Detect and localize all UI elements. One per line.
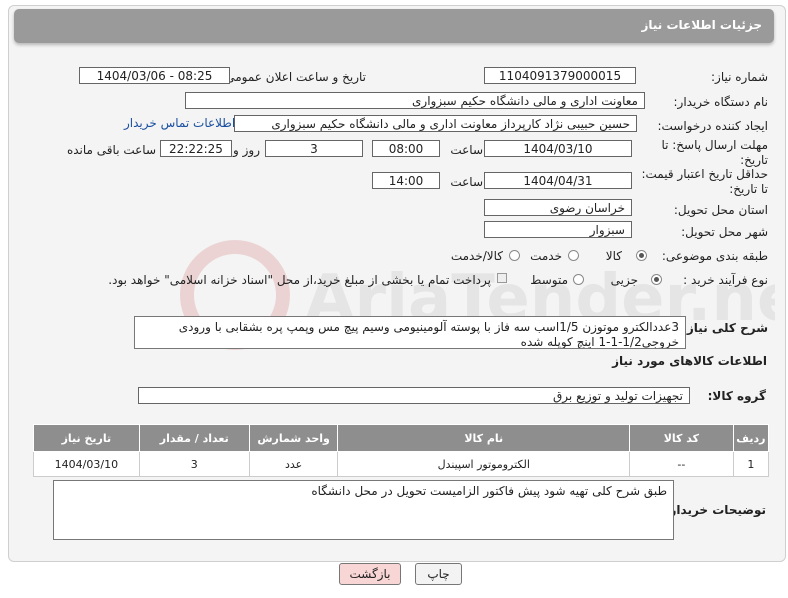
category-option-goods-service: کالا/خدمت: [450, 249, 503, 263]
category-label: طبقه بندی موضوعی:: [661, 249, 768, 263]
description-textarea[interactable]: 3عددالکترو موتوزن 1/5اسب سه فاز با پوسته…: [134, 316, 686, 349]
buyer-org-label: نام دستگاه خریدار:: [673, 95, 769, 109]
deadline-label-date: تاریخ:: [740, 153, 768, 167]
page-title: جزئیات اطلاعات نیاز: [641, 18, 762, 32]
category-radio-goods[interactable]: [636, 250, 647, 261]
validity-label: حداقل تاریخ اعتبار قیمت:: [641, 167, 768, 181]
need-number-field: 1104091379000015: [484, 67, 636, 84]
treasury-checkbox[interactable]: [497, 273, 507, 283]
deadline-time-label: ساعت: [450, 143, 483, 157]
category-radio-goods-service[interactable]: [509, 250, 520, 261]
deadline-label: مهلت ارسال پاسخ: تا: [661, 138, 768, 152]
cell-unit: عدد: [248, 451, 339, 477]
col-goods-code: کد کالا: [629, 424, 734, 452]
city-label: شهر محل تحویل:: [681, 225, 768, 239]
goods-group-field: تجهیزات تولید و توزیع برق: [138, 387, 690, 404]
goods-info-title: اطلاعات کالاهای مورد نیاز: [612, 354, 767, 368]
buyer-notes-label: توضیحات خریدار:: [664, 503, 766, 517]
cell-goods-code: --: [629, 451, 734, 477]
deadline-date-field: 1404/03/10: [484, 140, 632, 157]
buyer-org-field: معاونت اداری و مالی دانشگاه حکیم سبزواری: [185, 92, 645, 109]
days-label: روز و: [233, 143, 260, 157]
process-radio-medium[interactable]: [573, 274, 584, 285]
validity-label-date: تا تاریخ:: [729, 182, 768, 196]
category-option-goods: کالا: [605, 249, 622, 263]
process-label: نوع فرآیند خرید :: [683, 273, 768, 287]
cell-row: 1: [732, 451, 770, 477]
process-option-minor: جزیی: [610, 273, 638, 287]
buyer-notes-textarea[interactable]: طبق شرح کلی تهیه شود پیش فاکتور الزامیست…: [53, 480, 674, 540]
remaining-label: ساعت باقی مانده: [66, 143, 156, 157]
cell-goods-name: الکتروموتور اسپیندل: [337, 451, 631, 477]
back-button[interactable]: بازگشت: [339, 563, 401, 585]
category-radio-service[interactable]: [568, 250, 579, 261]
creator-field: حسین حبیبی نژاد کارپرداز معاونت اداری و …: [234, 115, 637, 132]
city-field: سبزوار: [484, 221, 632, 238]
remaining-days-field: 3: [265, 140, 363, 157]
announce-label: تاریخ و ساعت اعلان عمومی:: [221, 70, 366, 84]
announce-field: 1404/03/06 - 08:25: [79, 67, 230, 84]
col-unit: واحد شمارش: [248, 424, 339, 452]
panel-header: جزئیات اطلاعات نیاز: [14, 9, 774, 43]
col-need-date: تاریخ نیاز: [33, 424, 140, 452]
cell-quantity: 3: [138, 451, 250, 477]
validity-date-field: 1404/04/31: [484, 172, 632, 189]
process-option-medium: متوسط: [530, 273, 568, 287]
creator-label: ایجاد کننده درخواست:: [657, 119, 768, 133]
validity-time-field: 14:00: [372, 172, 440, 189]
need-number-label: شماره نیاز:: [711, 70, 768, 84]
col-row: ردیف: [732, 424, 770, 452]
buyer-contact-link[interactable]: اطلاعات تماس خریدار: [124, 116, 235, 130]
cell-need-date: 1404/03/10: [33, 451, 140, 477]
goods-table: تاریخ نیاز تعداد / مقدار واحد شمارش نام …: [33, 424, 770, 477]
process-radio-minor[interactable]: [651, 274, 662, 285]
category-option-service: خدمت: [530, 249, 562, 263]
deadline-time-field: 08:00: [372, 140, 440, 157]
print-button[interactable]: چاپ: [415, 563, 462, 585]
table-row: 1404/03/10 3 عدد الکتروموتور اسپیندل -- …: [33, 451, 770, 477]
col-quantity: تعداد / مقدار: [138, 424, 250, 452]
validity-time-label: ساعت: [450, 175, 483, 189]
description-label: شرح کلی نیاز:: [682, 321, 768, 335]
col-goods-name: نام کالا: [337, 424, 631, 452]
remaining-time-field: 22:22:25: [160, 140, 232, 157]
goods-group-label: گروه کالا:: [707, 389, 766, 403]
province-label: استان محل تحویل:: [673, 203, 768, 217]
payment-note: پرداخت تمام یا بخشی از مبلغ خرید،از محل …: [108, 273, 491, 287]
province-field: خراسان رضوی: [484, 199, 632, 216]
